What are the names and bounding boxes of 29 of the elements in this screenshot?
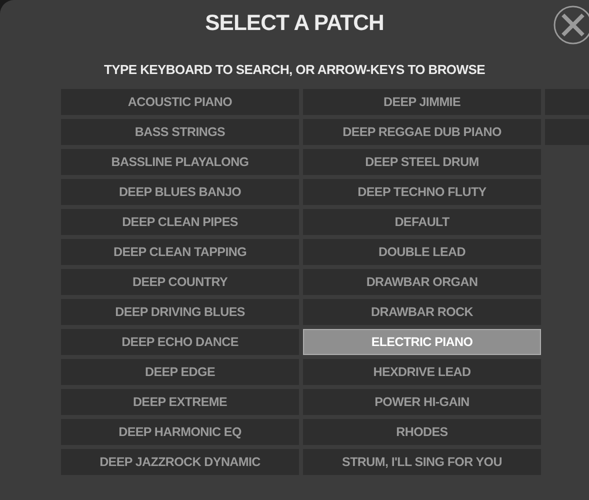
patch-item[interactable]: BASS STRINGS bbox=[61, 119, 299, 145]
instruction-text: TYPE KEYBOARD TO SEARCH, OR ARROW-KEYS TO BROWSE bbox=[104, 62, 485, 77]
patch-item[interactable]: DEEP JIMMIE bbox=[303, 89, 541, 115]
dialog-title: SELECT A PATCH bbox=[205, 10, 384, 36]
patch-item[interactable]: DRAWBAR ROCK bbox=[303, 299, 541, 325]
patch-item[interactable]: DEEP DRIVING BLUES bbox=[61, 299, 299, 325]
patch-item[interactable]: DEEP CLEAN TAPPING bbox=[61, 239, 299, 265]
patch-item[interactable]: POWER HI-GAIN bbox=[303, 389, 541, 415]
patch-item[interactable]: STRUM, I'LL SING FOR YOU bbox=[303, 449, 541, 475]
patch-item[interactable]: BASSLINE PLAYALONG bbox=[61, 149, 299, 175]
patch-item[interactable]: DEEP BLUES BANJO bbox=[61, 179, 299, 205]
patch-item[interactable]: DEEP TECHNO FLUTY bbox=[303, 179, 541, 205]
patch-item[interactable]: DEEP EDGE bbox=[61, 359, 299, 385]
close-icon[interactable] bbox=[553, 5, 589, 45]
patch-item[interactable]: DEEP JAZZROCK DYNAMIC bbox=[61, 449, 299, 475]
patch-item[interactable]: DEFAULT bbox=[303, 209, 541, 235]
patch-item[interactable]: ELECTRIC PIANO bbox=[303, 329, 541, 355]
patch-item[interactable]: HEXDRIVE LEAD bbox=[303, 359, 541, 385]
patch-item[interactable]: ACOUSTIC PIANO bbox=[61, 89, 299, 115]
patch-item[interactable]: DEEP REGGAE DUB PIANO bbox=[303, 119, 541, 145]
patch-item[interactable]: DEEP ECHO DANCE bbox=[61, 329, 299, 355]
patch-item[interactable]: RHODES bbox=[303, 419, 541, 445]
patch-item[interactable]: DEEP EXTREME bbox=[61, 389, 299, 415]
patch-item[interactable]: DEEP HARMONIC EQ bbox=[61, 419, 299, 445]
patch-item[interactable]: DOUBLE LEAD bbox=[303, 239, 541, 265]
patch-item[interactable]: DEEP COUNTRY bbox=[61, 269, 299, 295]
patch-item[interactable]: DEEP CLEAN PIPES bbox=[61, 209, 299, 235]
patch-item[interactable]: DRAWBAR ORGAN bbox=[303, 269, 541, 295]
patch-item[interactable]: DEEP STEEL DRUM bbox=[303, 149, 541, 175]
